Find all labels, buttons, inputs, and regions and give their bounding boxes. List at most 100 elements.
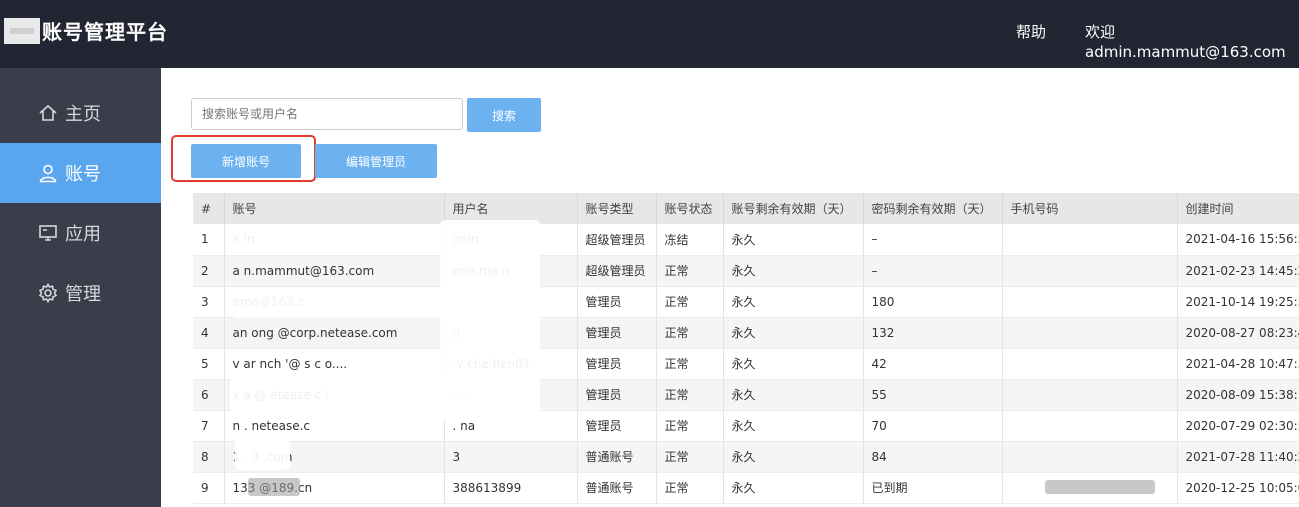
table-cell: 管理员 xyxy=(577,348,657,380)
table-cell xyxy=(1002,348,1178,380)
column-header: 创建时间 xyxy=(1177,193,1299,224)
table-cell: 管理员 xyxy=(577,379,657,411)
table-cell: an ong @corp.netease.com xyxy=(224,317,445,349)
table-cell xyxy=(1002,410,1178,442)
column-header: # xyxy=(193,193,225,224)
table-cell: 55 xyxy=(863,379,1003,411)
search-button[interactable]: 搜索 xyxy=(467,98,541,132)
table-cell: 永久 xyxy=(723,317,864,349)
table-row[interactable]: 81 . 3 .com 3普通账号正常永久842021-07-28 11:40:… xyxy=(193,441,1299,473)
table-cell: 超级管理员 xyxy=(577,224,657,256)
add-account-button[interactable]: 新增账号 xyxy=(191,144,301,178)
table-cell: 正常 xyxy=(656,255,724,287)
table-cell xyxy=(1002,441,1178,473)
table-cell: 2021-04-16 15:56:56 xyxy=(1177,224,1299,256)
sidebar-item-manage[interactable]: 管理 xyxy=(0,263,161,323)
table-cell: 正常 xyxy=(656,286,724,318)
table-cell: 永久 xyxy=(723,472,864,504)
table-cell: 132 xyxy=(863,317,1003,349)
table-cell: 2020-07-29 02:30:53 xyxy=(1177,410,1299,442)
table-cell: 永久 xyxy=(723,286,864,318)
user-icon xyxy=(39,164,57,183)
sidebar-item-label: 主页 xyxy=(65,104,101,125)
edit-admin-button[interactable]: 编辑管理员 xyxy=(315,144,437,178)
sidebar: 主页 账号 应用 管理 xyxy=(0,68,161,507)
gear-icon xyxy=(38,283,58,303)
table-cell: 6 xyxy=(193,379,225,411)
table-cell: 正常 xyxy=(656,472,724,504)
table-cell xyxy=(1002,317,1178,349)
table-cell: 管理员 xyxy=(577,317,657,349)
table-cell xyxy=(1002,379,1178,411)
table-cell: 3 xyxy=(444,441,578,473)
table-cell: 普通账号 xyxy=(577,441,657,473)
redaction-mark xyxy=(248,478,300,496)
table-cell: 2021-02-23 14:45:28 xyxy=(1177,255,1299,287)
table-cell: 正常 xyxy=(656,348,724,380)
redaction-mark xyxy=(1045,480,1155,494)
table-cell: 永久 xyxy=(723,255,864,287)
table-cell: 3 xyxy=(193,286,225,318)
table-cell: 84 xyxy=(863,441,1003,473)
sidebar-item-home[interactable]: 主页 xyxy=(0,83,161,143)
app-title: 账号管理平台 xyxy=(42,20,168,44)
sidebar-item-account[interactable]: 账号 xyxy=(0,143,161,203)
column-header: 账号 xyxy=(224,193,445,224)
table-cell: 42 xyxy=(863,348,1003,380)
table-cell: 1 xyxy=(193,224,225,256)
sidebar-item-label: 账号 xyxy=(65,164,101,185)
redaction-mark xyxy=(233,288,448,318)
column-header: 密码剩余有效期（天） xyxy=(863,193,1003,224)
table-cell: 管理员 xyxy=(577,286,657,318)
column-header: 账号状态 xyxy=(656,193,724,224)
table-cell: 2020-08-27 08:23:41 xyxy=(1177,317,1299,349)
table-row[interactable]: 1a in lmin超级管理员冻结永久–2021-04-16 15:56:56 xyxy=(193,224,1299,256)
table-cell: 2021-10-14 19:25:52 xyxy=(1177,286,1299,318)
table-cell: 永久 xyxy=(723,224,864,256)
table-cell: 普通账号 xyxy=(577,472,657,504)
table-cell xyxy=(1002,255,1178,287)
table-cell: 永久 xyxy=(723,348,864,380)
table-row[interactable]: 4 an ong @corp.netease.com o管理员正常永久13220… xyxy=(193,317,1299,349)
table-cell: 5 xyxy=(193,348,225,380)
table-cell: 正常 xyxy=(656,317,724,349)
redaction-mark xyxy=(231,232,266,246)
logo xyxy=(4,18,40,44)
accounts-table: # 账号 用户名 账号类型 账号状态 账号剩余有效期（天） 密码剩余有效期（天）… xyxy=(193,193,1299,507)
table-cell: v ar nch '@ s c o.... xyxy=(224,348,445,380)
table-cell: 冻结 xyxy=(656,224,724,256)
monitor-icon xyxy=(39,225,57,241)
column-header: 账号剩余有效期（天） xyxy=(723,193,864,224)
table-cell: a n.mammut@163.com xyxy=(224,255,445,287)
table-cell: 超级管理员 xyxy=(577,255,657,287)
table-cell: 7 xyxy=(193,410,225,442)
help-link[interactable]: 帮助 xyxy=(1016,22,1046,42)
table-cell: 正常 xyxy=(656,379,724,411)
redaction-mark xyxy=(235,440,290,470)
redaction-mark xyxy=(230,378,470,418)
table-cell: 正常 xyxy=(656,441,724,473)
table-cell xyxy=(1002,224,1178,256)
table-cell xyxy=(1002,286,1178,318)
sidebar-item-label: 管理 xyxy=(65,284,101,305)
table-row[interactable]: 5v ar nch '@ s c o.... .v che hen01管理员正常… xyxy=(193,348,1299,380)
table-cell: 180 xyxy=(863,286,1003,318)
table-cell: – xyxy=(863,255,1003,287)
table-cell: 2 xyxy=(193,255,225,287)
table-cell: 永久 xyxy=(723,410,864,442)
table-cell: 永久 xyxy=(723,441,864,473)
table-header-row: # 账号 用户名 账号类型 账号状态 账号剩余有效期（天） 密码剩余有效期（天）… xyxy=(193,193,1299,224)
sidebar-item-label: 应用 xyxy=(65,224,101,245)
table-cell: 8 xyxy=(193,441,225,473)
table-cell: – xyxy=(863,224,1003,256)
sidebar-item-apps[interactable]: 应用 xyxy=(0,203,161,263)
table-cell: 2021-07-28 11:40:25 xyxy=(1177,441,1299,473)
table-cell: 管理员 xyxy=(577,410,657,442)
table-cell: 2020-08-09 15:38:14 xyxy=(1177,379,1299,411)
search-input[interactable] xyxy=(191,98,463,130)
home-icon xyxy=(39,104,57,121)
table-cell: 已到期 xyxy=(863,472,1003,504)
table-row[interactable]: 2a n.mammut@163.com min.ma n超级管理员正常永久–20… xyxy=(193,255,1299,287)
table-cell: 正常 xyxy=(656,410,724,442)
user-welcome[interactable]: 欢迎 admin.mammut@163.com xyxy=(1085,22,1299,62)
